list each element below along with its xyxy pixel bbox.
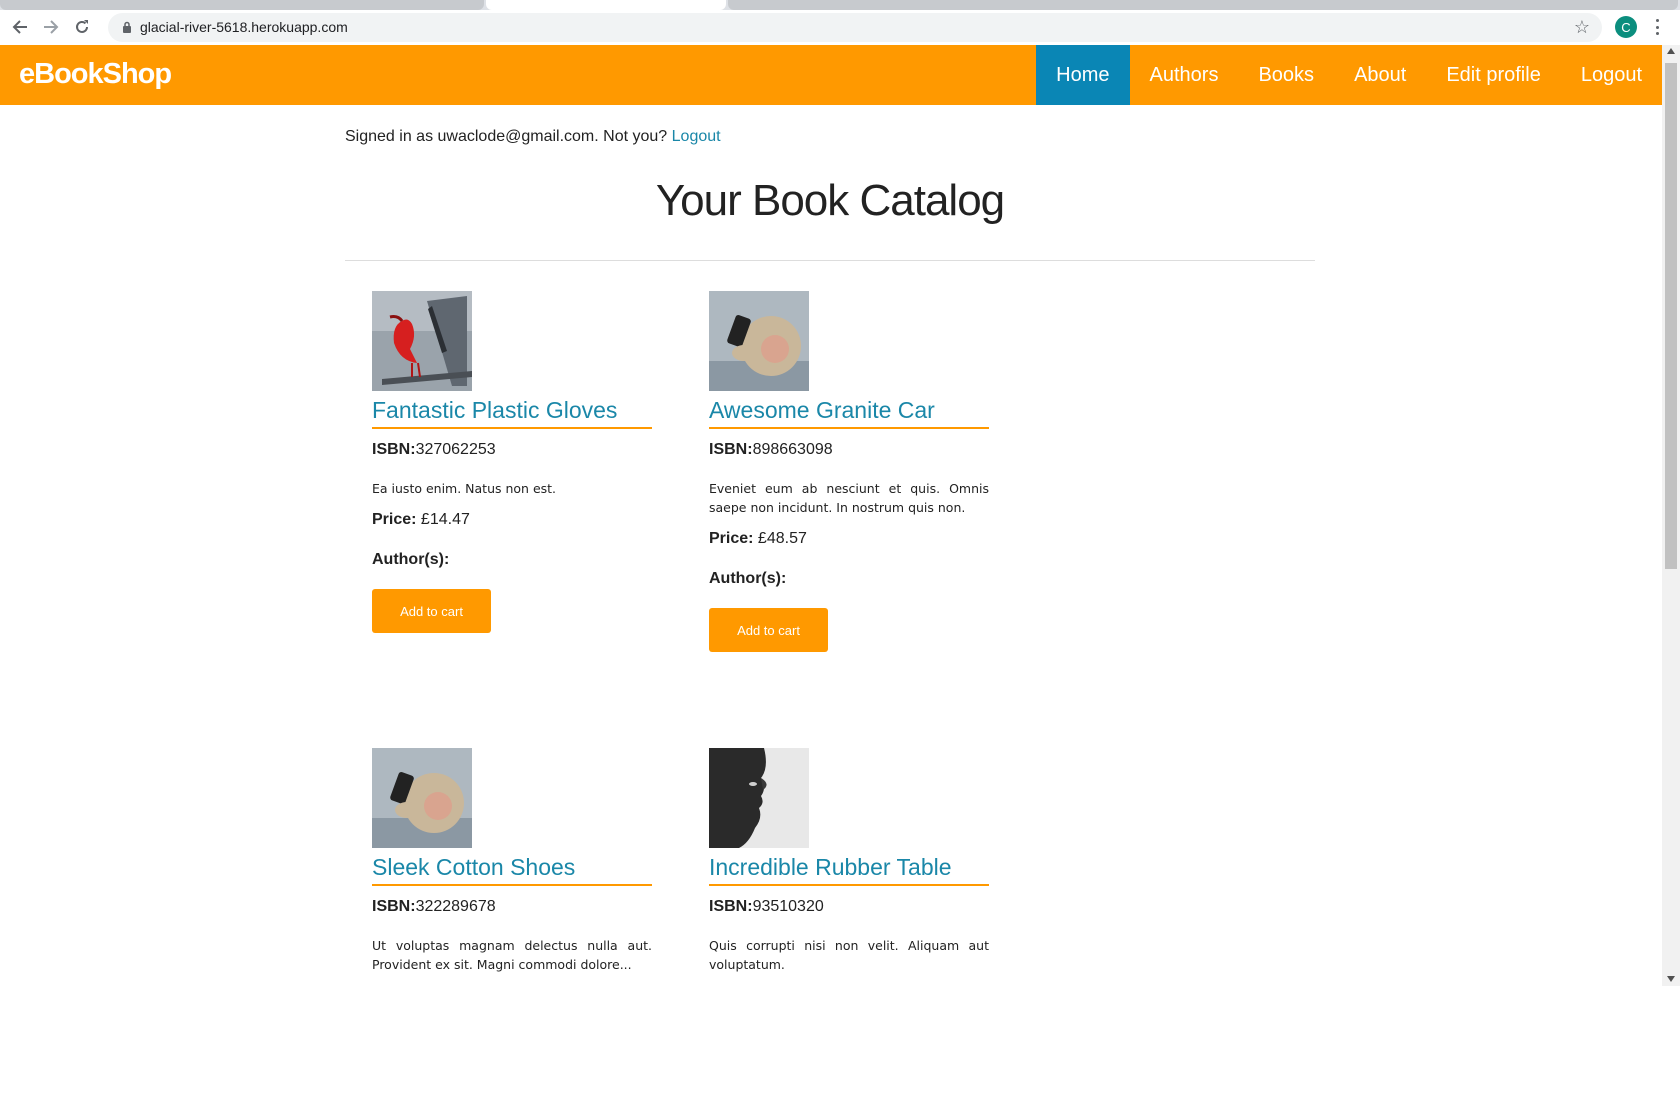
price-value: £48.57 [757,530,807,547]
scroll-up-arrow-icon[interactable] [1667,48,1675,54]
browser-tabstrip [0,0,1680,10]
book-title-link[interactable]: Fantastic Plastic Gloves [372,397,652,429]
isbn-label: ISBN: [709,441,753,458]
isbn-value: 898663098 [752,441,833,458]
book-isbn: ISBN:327062253 [372,441,652,459]
browser-tab[interactable] [0,0,484,10]
book-title-link[interactable]: Sleek Cotton Shoes [372,854,652,886]
price-value: £14.47 [420,511,470,528]
forward-arrow-icon[interactable] [39,15,63,39]
browser-toolbar: glacial-river-5618.herokuapp.com ☆ C [0,10,1680,45]
book-description: Ut voluptas magnam delectus nulla aut. P… [372,938,652,972]
nav-edit-profile[interactable]: Edit profile [1426,45,1561,105]
reload-icon[interactable] [70,15,94,39]
book-isbn: ISBN:898663098 [709,441,989,459]
nav-logout[interactable]: Logout [1561,45,1662,105]
title-divider [345,260,1315,261]
price-label: Price: [709,530,754,547]
book-description: Quis corrupti nisi non velit. Aliquam au… [709,938,989,972]
book-price: Price: £14.47 [372,511,652,529]
isbn-label: ISBN: [372,441,416,458]
page-scrollbar[interactable] [1662,45,1680,986]
add-to-cart-button[interactable]: Add to cart [709,608,828,652]
add-to-cart-button[interactable]: Add to cart [372,589,491,633]
isbn-label: ISBN: [372,898,416,915]
lock-icon [123,21,131,33]
signed-in-notice: Signed in as uwaclode@gmail.com. Not you… [345,128,721,146]
book-card: Sleek Cotton Shoes ISBN:322289678 Ut vol… [372,748,652,974]
isbn-value: 93510320 [752,898,824,915]
browser-tab[interactable] [728,0,1678,10]
browser-menu-icon[interactable] [1652,16,1662,38]
scroll-down-arrow-icon[interactable] [1667,976,1675,982]
nav-links: Home Authors Books About Edit profile Lo… [1036,45,1662,105]
isbn-label: ISBN: [709,898,753,915]
book-isbn: ISBN:93510320 [709,898,989,916]
book-authors-label: Author(s): [709,570,787,587]
book-title-link[interactable]: Awesome Granite Car [709,397,989,429]
book-price: Price: £48.57 [709,530,989,548]
book-card: Fantastic Plastic Gloves ISBN:327062253 … [372,291,652,633]
inline-logout-link[interactable]: Logout [672,128,721,145]
url-text: glacial-river-5618.herokuapp.com [140,19,348,35]
book-description: Eveniet eum ab nesciunt et quis. Omnis s… [709,481,989,515]
profile-avatar[interactable]: C [1615,16,1637,38]
monkey-phone-image [709,291,809,391]
face-profile-image [709,748,809,848]
isbn-value: 327062253 [415,441,496,458]
signed-in-text: Signed in as uwaclode@gmail.com. Not you… [345,128,668,145]
book-authors-label: Author(s): [372,551,450,568]
site-navbar: eBookShop Home Authors Books About Edit … [0,45,1662,105]
book-title-link[interactable]: Incredible Rubber Table [709,854,989,886]
red-bird-image [372,291,472,391]
scrollbar-thumb[interactable] [1665,63,1677,569]
nav-authors[interactable]: Authors [1130,45,1239,105]
address-bar[interactable]: glacial-river-5618.herokuapp.com ☆ [108,13,1602,42]
nav-books[interactable]: Books [1238,45,1334,105]
book-isbn: ISBN:322289678 [372,898,652,916]
nav-about[interactable]: About [1334,45,1426,105]
book-card: Awesome Granite Car ISBN:898663098 Eveni… [709,291,989,652]
monkey-phone-image [372,748,472,848]
price-label: Price: [372,511,417,528]
book-card: Incredible Rubber Table ISBN:93510320 Qu… [709,748,989,974]
back-arrow-icon[interactable] [8,15,32,39]
book-description: Ea iusto enim. Natus non est. [372,481,557,496]
isbn-value: 322289678 [415,898,496,915]
brand-logo[interactable]: eBookShop [19,58,172,91]
nav-home[interactable]: Home [1036,45,1130,105]
browser-tab-active[interactable] [486,0,726,10]
page-title: Your Book Catalog [655,176,1005,225]
bookmark-star-icon[interactable]: ☆ [1574,17,1590,38]
